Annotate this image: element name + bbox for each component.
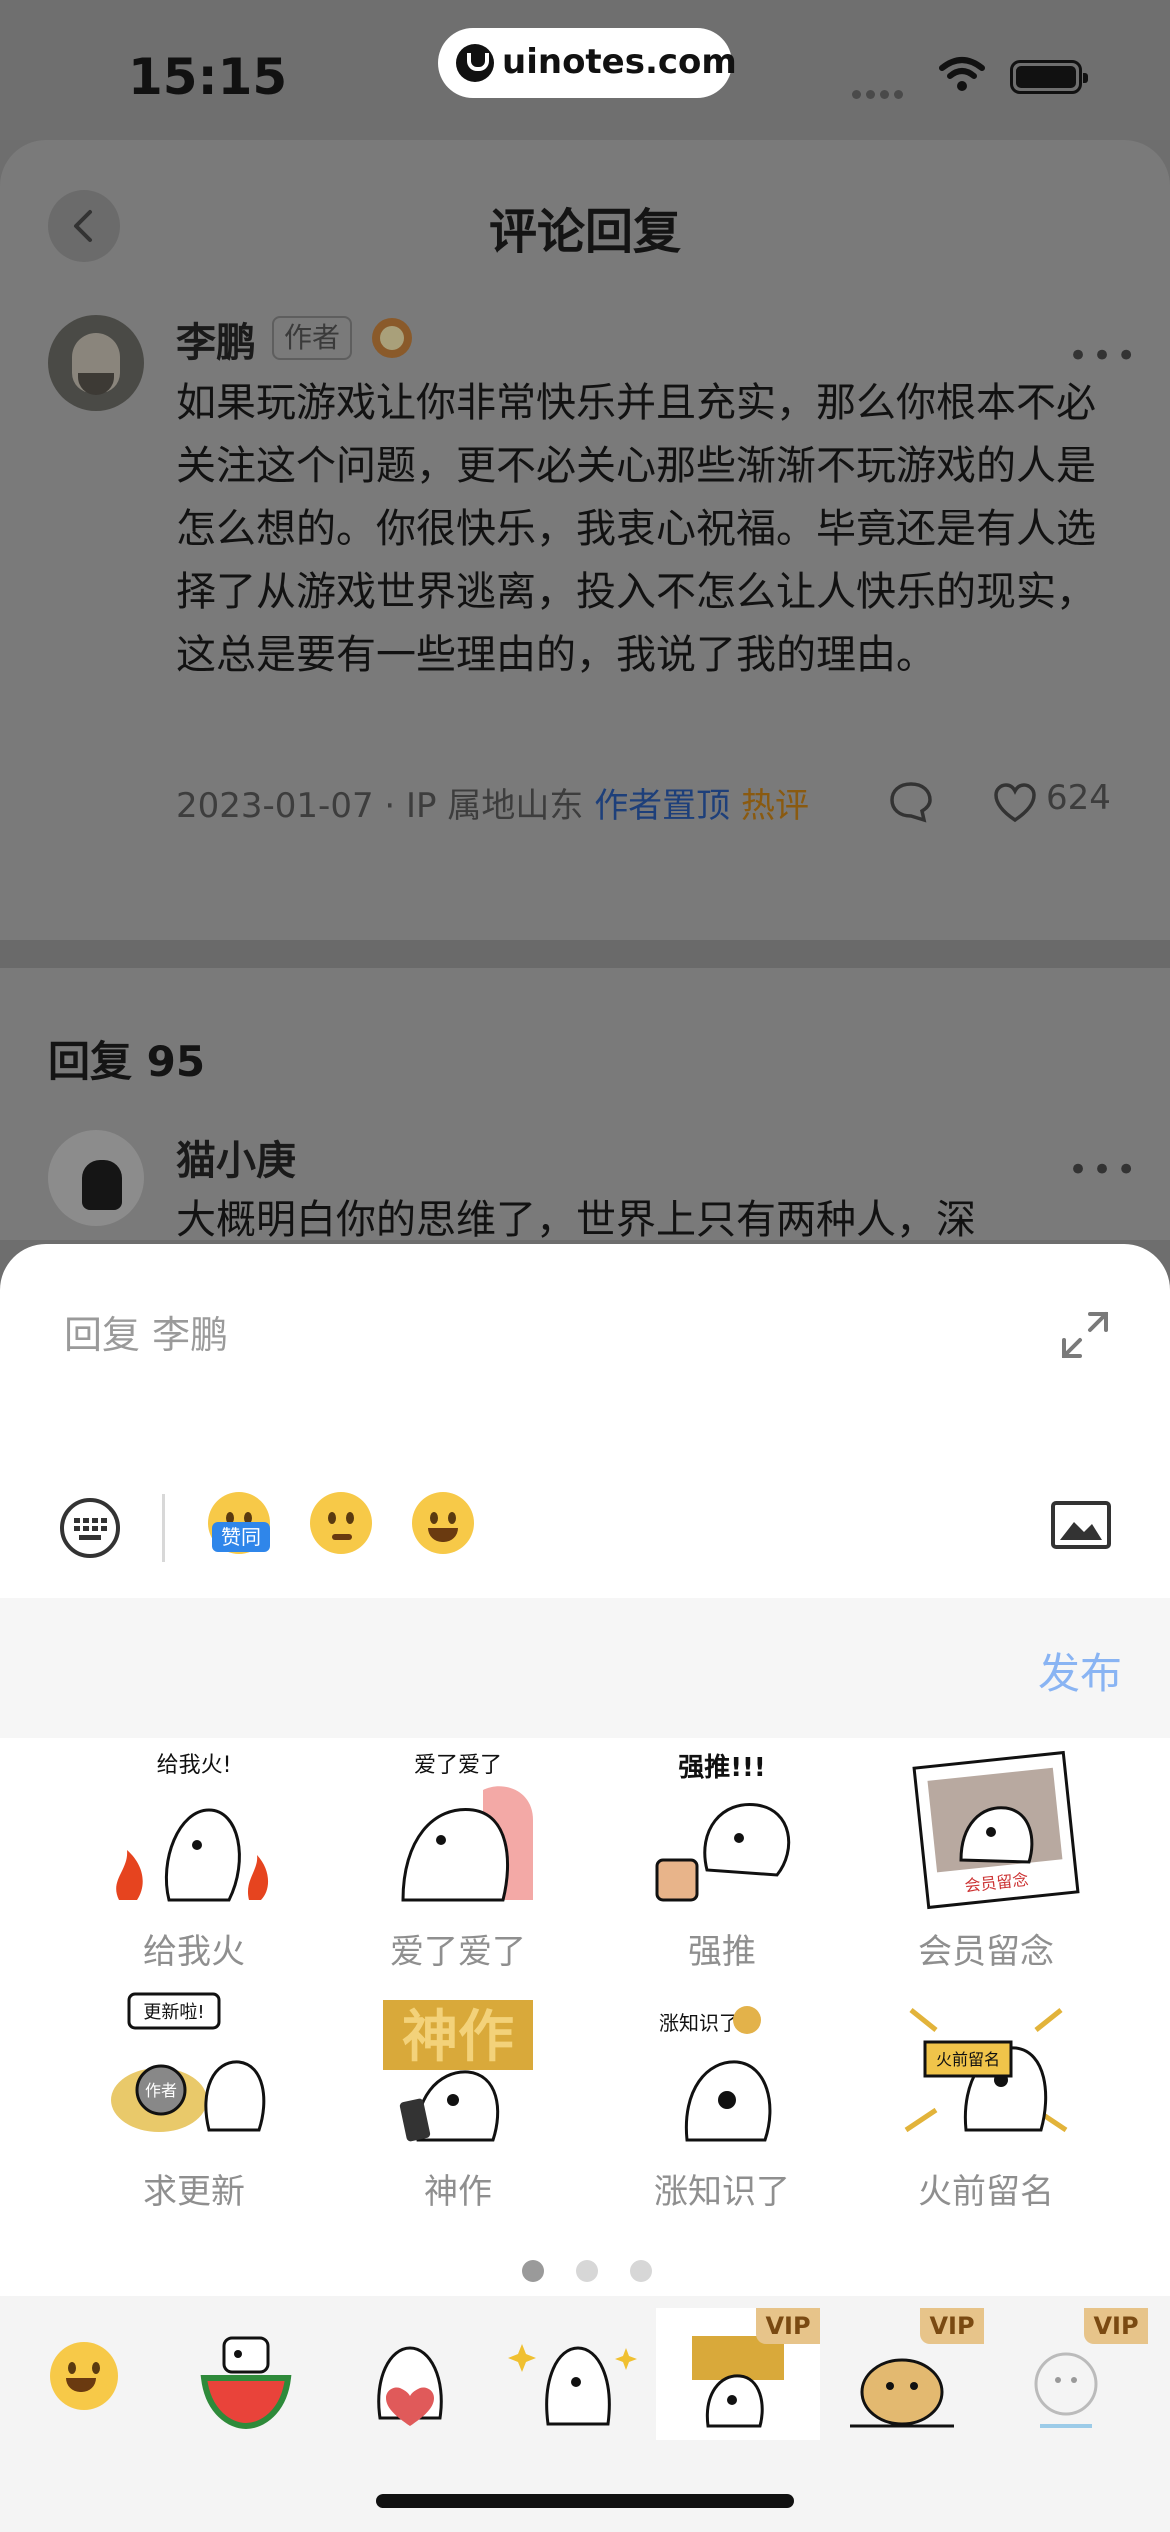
- svg-text:强推!!!: 强推!!!: [678, 1753, 766, 1783]
- sticker-update-icon: 更新啦! 作者: [111, 1992, 266, 2132]
- reply-panel: 回复 李鹏 赞同 发布 给我火! 给我火 爱了爱了 爱了爱了 强推!!! 强推 …: [0, 1244, 1170, 2532]
- tray-heart-pack[interactable]: [328, 2308, 492, 2440]
- comment-detail-page: 评论回复 李鹏 作者 ••• 如果玩游戏让你非常快乐并且充实，那么你根本不必关注…: [0, 140, 1170, 1240]
- comment-bubble-icon[interactable]: [888, 780, 934, 824]
- sticker-item[interactable]: 爱了爱了 爱了爱了: [326, 1750, 590, 1980]
- sticker-masterpiece-icon: 神作: [383, 2000, 533, 2142]
- watermelon-sticker-icon: [200, 2336, 292, 2430]
- svg-text:爱了爱了: 爱了爱了: [414, 1753, 502, 1778]
- reply-input[interactable]: 回复 李鹏: [64, 1304, 228, 1359]
- more-dots-icon[interactable]: •••: [1068, 336, 1140, 376]
- svg-text:作者: 作者: [145, 2081, 177, 2100]
- sticker-label: 火前留名: [918, 2172, 1054, 2212]
- sticker-label: 给我火: [143, 1932, 245, 1972]
- emoji-grin-icon[interactable]: [412, 1492, 474, 1554]
- sticker-item[interactable]: 神作 神作: [326, 1990, 590, 2220]
- signal-icon: [852, 84, 910, 99]
- sticker-item[interactable]: 火前留名 火前留名: [854, 1990, 1118, 2220]
- site-logo-icon: [456, 44, 494, 82]
- svg-text:火前留名: 火前留名: [936, 2050, 1000, 2069]
- sticker-learn-icon: 涨知识了: [659, 2006, 772, 2142]
- wifi-icon: [939, 57, 985, 91]
- toolbar-divider: [162, 1494, 165, 1562]
- page-title: 评论回复: [488, 204, 681, 260]
- publish-button[interactable]: 发布: [1038, 1640, 1122, 1701]
- like-count: 624: [1046, 778, 1111, 818]
- author-tag: 作者: [272, 316, 353, 360]
- tray-bear-pack[interactable]: VIP: [984, 2308, 1148, 2440]
- emoji-thinking-icon[interactable]: [310, 1492, 372, 1554]
- svg-text:涨知识了: 涨知识了: [659, 2011, 739, 2035]
- sticker-label: 会员留念: [918, 1932, 1054, 1972]
- zan-tag: 赞同: [212, 1522, 270, 1552]
- keyboard-icon[interactable]: [58, 1496, 122, 1560]
- author-name[interactable]: 李鹏: [176, 310, 256, 368]
- svg-text:神作: 神作: [402, 2005, 514, 2070]
- reply-author-name[interactable]: 猫小庚: [176, 1128, 296, 1186]
- heart-sticker-icon: [377, 2346, 443, 2426]
- svg-text:更新啦!: 更新啦!: [143, 2002, 204, 2023]
- section-divider: [0, 940, 1170, 968]
- comment-date: 2023-01-07: [176, 786, 374, 826]
- page-dot[interactable]: [630, 2260, 652, 2282]
- sticker-label: 涨知识了: [654, 2172, 790, 2212]
- avatar[interactable]: [48, 1130, 144, 1226]
- sticker-item[interactable]: 更新啦! 作者 求更新: [62, 1990, 326, 2220]
- battery-icon: [1010, 60, 1088, 94]
- heart-icon[interactable]: [992, 782, 1038, 824]
- reply-text: 大概明白你的思维了，世界上只有两种人，深: [176, 1197, 976, 1240]
- sticker-thumbs-icon: 强推!!!: [655, 1753, 791, 1902]
- ip-location: IP 属地山东: [406, 786, 584, 826]
- page-dot[interactable]: [522, 2260, 544, 2282]
- tray-sparkle-pack[interactable]: [492, 2308, 656, 2440]
- sticker-heart-icon: 爱了爱了: [401, 1753, 533, 1902]
- url-pill[interactable]: uinotes.com: [438, 28, 737, 98]
- sticker-label: 强推: [688, 1932, 756, 1972]
- vip-badge: VIP: [1084, 2308, 1148, 2344]
- emoji-grin-icon: [50, 2342, 118, 2410]
- vip-badge: VIP: [920, 2308, 984, 2344]
- sticker-fire-icon: 给我火!: [116, 1753, 269, 1902]
- tray-dog-pack[interactable]: VIP: [820, 2308, 984, 2440]
- tray-watermelon-pack[interactable]: [164, 2308, 328, 2440]
- page-indicator: [522, 2260, 684, 2286]
- badge-icon: [372, 318, 412, 358]
- sparkle-sticker-icon: [508, 2344, 637, 2426]
- sticker-label: 求更新: [143, 2172, 245, 2212]
- status-bar: 15:15 uinotes.com: [0, 0, 1170, 140]
- publish-bar: 发布: [0, 1598, 1170, 1738]
- sticker-sign-icon: 火前留名: [904, 2008, 1068, 2133]
- expand-arrows-icon[interactable]: [1060, 1310, 1110, 1360]
- more-dots-icon[interactable]: •••: [1068, 1150, 1140, 1190]
- image-icon[interactable]: [1050, 1500, 1112, 1550]
- url-text: uinotes.com: [502, 42, 737, 82]
- sticker-label: 神作: [424, 2172, 492, 2212]
- status-time: 15:15: [128, 48, 288, 106]
- home-indicator[interactable]: [376, 2494, 794, 2508]
- replies-heading: 回复 95: [48, 1037, 206, 1086]
- hot-label: 热评: [741, 786, 809, 826]
- comment-text: 如果玩游戏让你非常快乐并且充实，那么你根本不必关注这个问题，更不必关心那些渐渐不…: [176, 380, 1096, 678]
- comment-meta: 2023-01-07 · IP 属地山东 作者置顶 热评: [176, 786, 809, 826]
- avatar[interactable]: [48, 315, 144, 411]
- vip-badge: VIP: [756, 2308, 820, 2344]
- sticker-item[interactable]: 会员留念 会员留念: [854, 1750, 1118, 1980]
- tray-masterpiece-pack[interactable]: VIP: [656, 2308, 820, 2440]
- page-dot[interactable]: [576, 2260, 598, 2282]
- tray-emoji-pack[interactable]: [0, 2308, 164, 2440]
- sticker-photo-icon: 会员留念: [912, 1750, 1080, 1910]
- sticker-label: 爱了爱了: [390, 1932, 526, 1972]
- sticker-item[interactable]: 给我火! 给我火: [62, 1750, 326, 1980]
- svg-text:给我火!: 给我火!: [157, 1753, 232, 1778]
- sticker-item[interactable]: 强推!!! 强推: [590, 1750, 854, 1980]
- pinned-label: 作者置顶: [594, 786, 731, 826]
- sticker-item[interactable]: 涨知识了 涨知识了: [590, 1990, 854, 2220]
